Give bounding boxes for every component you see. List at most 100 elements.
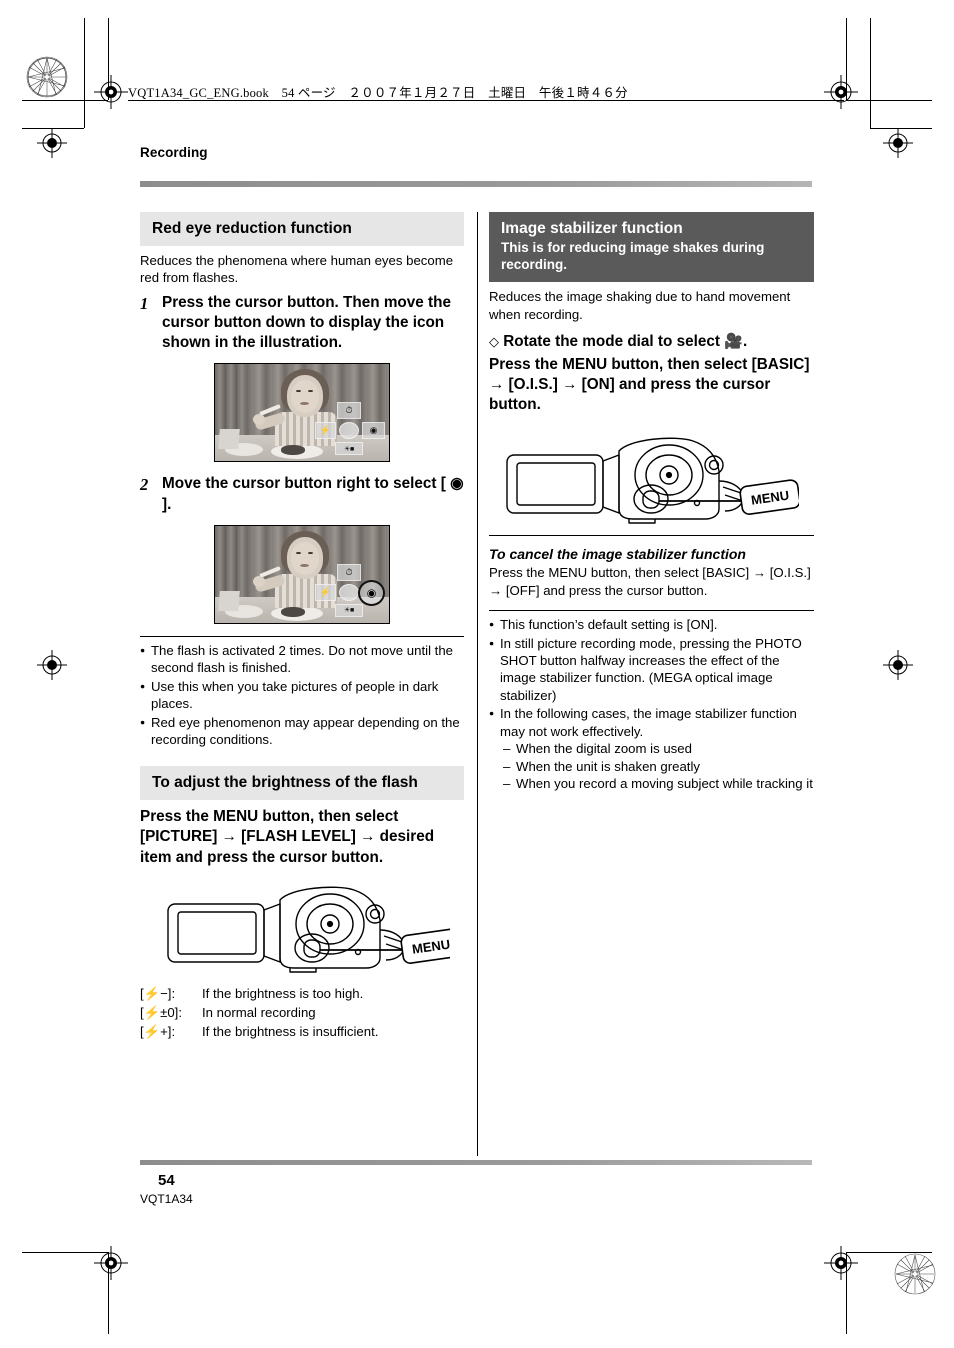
illustration-photo-step1: ⏱ ⚡ ◉ ☀■	[214, 363, 390, 463]
manual-page: VQT1A34_GC_ENG.book 54 ページ ２００７年１月２７日 土曜…	[0, 0, 954, 1348]
page-number: 54	[158, 1172, 175, 1189]
photo2-food	[281, 606, 305, 617]
sub-item: – When the unit is shaken greatly	[503, 758, 814, 775]
crop-mark-tr-v	[846, 18, 847, 100]
bullet-text: Use this when you take pictures of peopl…	[151, 678, 439, 712]
illustration-photo-step2: ⏱ ⚡ ☀■ ◉	[214, 524, 390, 624]
flash-level-value: If the brightness is too high.	[202, 985, 364, 1001]
bullet-item: Use this when you take pictures of peopl…	[140, 678, 464, 713]
flash-level-row: [⚡±0]: In normal recording	[140, 1003, 464, 1022]
cancel-stabilizer-text: Press the MENU button, then select [BASI…	[489, 565, 811, 598]
bullet-text: This function’s default setting is [ON].	[500, 617, 718, 633]
flash-level-row: [⚡+]: If the brightness is insufficient.	[140, 1022, 464, 1041]
instruction-flash-brightness: Press the MENU button, then select [PICT…	[140, 808, 435, 866]
osd-flash-icon: ⚡	[315, 422, 336, 440]
heading-subtitle: This is for reducing image shakes during…	[501, 240, 765, 273]
crop-mark-tr-v2	[870, 18, 871, 128]
notes-rule	[489, 610, 814, 612]
mode-dial-text: Rotate the mode dial to select	[503, 333, 720, 351]
step-1: 1 Press the cursor button. Then move the…	[140, 293, 464, 354]
osd-backlight-icon: ☀■	[335, 442, 363, 456]
photo2-child-hand	[253, 575, 265, 587]
flash-level-list: [⚡−]: If the brightness is too high. [⚡±…	[140, 984, 464, 1042]
heading-flash-brightness: To adjust the brightness of the flash	[140, 766, 464, 801]
right-column: Image stabilizer function This is for re…	[489, 212, 814, 792]
bullet-dot-icon	[489, 616, 500, 633]
dash-marker: –	[503, 741, 511, 757]
sub-item-text: When the digital zoom is used	[516, 741, 692, 757]
photo2-child-eye-right	[308, 551, 313, 554]
osd2-flash-icon: ⚡	[315, 583, 336, 601]
registration-crosshair-mid-right-upper	[883, 128, 913, 158]
running-header-rule	[128, 100, 844, 101]
bullet-item: In still picture recording mode, pressin…	[489, 635, 814, 705]
illustration-camcorder-menu-left: MENU	[140, 880, 464, 976]
heading-image-stabilizer: Image stabilizer function This is for re…	[489, 212, 814, 283]
bullet-dot-icon	[489, 705, 500, 740]
flash-level-value: If the brightness is insufficient.	[202, 1024, 379, 1040]
crop-mark-tl-v2	[84, 18, 85, 128]
flash-level-row: [⚡−]: If the brightness is too high.	[140, 984, 464, 1003]
instruction-stabilizer-on: Press the MENU button, then select [BASI…	[489, 355, 810, 413]
running-header: VQT1A34_GC_ENG.book 54 ページ ２００７年１月２７日 土曜…	[128, 86, 628, 100]
crop-mark-tl-v	[108, 18, 109, 100]
flash-level-key: [⚡+]:	[140, 1024, 176, 1040]
bullet-text: The flash is activated 2 times. Do not m…	[151, 642, 453, 676]
crop-mark-tl-h	[22, 100, 108, 101]
registration-crosshair-top-right	[824, 75, 858, 109]
bullet-dot-icon	[140, 714, 151, 749]
photo-child-face	[291, 380, 319, 414]
step-2-text-after: ].	[162, 495, 172, 513]
bullet-item: The flash is activated 2 times. Do not m…	[140, 642, 464, 677]
photo2-child-face	[291, 541, 319, 575]
mode-dial-period: .	[742, 333, 748, 351]
bullet-dot-icon	[140, 642, 151, 677]
bullet-item: In the following cases, the image stabil…	[489, 705, 814, 740]
red-eye-intro: Reduces the phenomena where human eyes b…	[140, 252, 454, 286]
sub-item-text: When the unit is shaken greatly	[516, 758, 700, 774]
section-label: Recording	[140, 145, 208, 160]
step-1-number: 1	[140, 293, 149, 313]
red-eye-icon: ◉	[445, 475, 464, 493]
left-column: Red eye reduction function Reduces the p…	[140, 212, 464, 1042]
dash-marker: –	[503, 758, 511, 774]
sub-item-text: When you record a moving subject while t…	[516, 776, 813, 792]
registration-starburst-bottom-right	[894, 1253, 936, 1295]
step-2-text-before: Move the cursor button right to select [	[162, 475, 446, 493]
osd2-cursor-center-icon	[339, 583, 359, 601]
crop-mark-bl-h	[22, 1252, 108, 1253]
osd2-red-eye-icon: ◉	[366, 587, 377, 600]
stabilizer-bullets: This function’s default setting is [ON].…	[489, 616, 814, 792]
mode-dial-instruction: ◇ Rotate the mode dial to select 🎥.	[489, 332, 814, 352]
registration-crosshair-mid-right-lower	[883, 650, 913, 680]
movie-camera-icon: 🎥	[724, 333, 743, 351]
bullet-text: In still picture recording mode, pressin…	[500, 635, 802, 703]
bullet-dot-icon	[489, 635, 500, 705]
osd-self-timer-icon: ⏱	[337, 402, 361, 420]
crop-mark-br-h	[846, 1252, 932, 1253]
step-2: 2 Move the cursor button right to select…	[140, 474, 464, 514]
registration-crosshair-top-left	[94, 75, 128, 109]
crop-mark-bl-v	[108, 1252, 109, 1334]
photo2-child-mouth	[300, 563, 309, 567]
bullet-text: In the following cases, the image stabil…	[500, 706, 797, 739]
crop-mark-br-v	[846, 1252, 847, 1334]
flash-level-value: In normal recording	[202, 1005, 316, 1021]
registration-crosshair-mid-left-lower	[37, 650, 67, 680]
bullet-dot-icon	[140, 678, 151, 713]
heading-title: Image stabilizer function	[501, 220, 683, 237]
red-eye-bullets: The flash is activated 2 times. Do not m…	[140, 642, 464, 749]
stabilizer-intro: Reduces the image shaking due to hand mo…	[489, 289, 791, 322]
photo2-child-eye-left	[296, 551, 301, 554]
page-code: VQT1A34	[140, 1192, 193, 1206]
diamond-bullet-icon: ◇	[489, 334, 499, 350]
illustration-camcorder-menu-right: MENU	[489, 429, 814, 529]
crop-mark-tl-h2	[22, 128, 84, 129]
sub-item: – When you record a moving subject while…	[503, 775, 814, 792]
osd2-red-eye-selected-highlight: ◉	[358, 579, 385, 606]
bullets-rule	[140, 635, 464, 637]
registration-starburst-top-left	[26, 56, 68, 98]
dash-marker: –	[503, 776, 511, 792]
sub-item: – When the digital zoom is used	[503, 740, 814, 757]
top-rule	[140, 181, 812, 187]
